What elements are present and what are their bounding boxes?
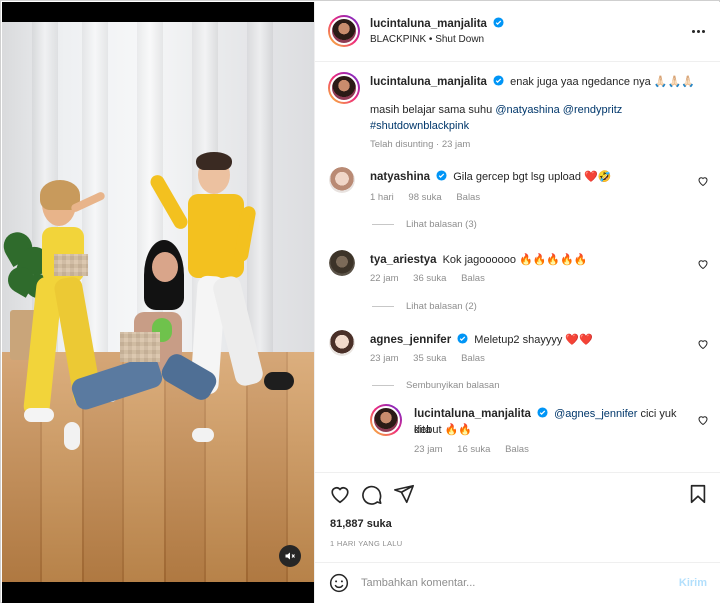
reply-avatar[interactable] — [370, 404, 402, 436]
blurred-area — [54, 254, 88, 276]
send-icon[interactable] — [393, 483, 415, 505]
verified-badge-icon — [457, 333, 468, 344]
reply-text-2: debut 🔥🔥 — [414, 424, 472, 436]
comment-username[interactable]: tya_ariestya — [370, 254, 437, 266]
add-comment-bar: Kirim — [315, 562, 720, 603]
comment-text: Meletup2 shayyyy ❤️❤️ — [474, 334, 593, 346]
video-frame — [2, 22, 314, 582]
comment-time: 23 jam — [370, 353, 399, 364]
reply-button[interactable]: Balas — [461, 353, 485, 364]
more-options-button[interactable] — [689, 24, 707, 38]
comment-likes-count[interactable]: 98 suka — [408, 192, 441, 203]
comment-text: Gila gercep bgt lsg upload ❤️🤣 — [453, 171, 612, 183]
comment-input[interactable] — [361, 577, 679, 589]
view-replies-button[interactable]: Lihat balasan (3) — [372, 219, 477, 230]
caption-text: enak juga yaa ngedance nya 🙏🏻🙏🏻🙏🏻 — [510, 76, 695, 88]
comment-time: 1 hari — [370, 192, 394, 203]
verified-badge-icon — [493, 75, 504, 86]
commenter-avatar[interactable] — [329, 250, 355, 276]
caption-text-2: masih belajar sama suhu — [370, 104, 493, 116]
author-username[interactable]: lucintaluna_manjalita — [370, 18, 487, 30]
mention-agnes-jennifer[interactable]: @agnes_jennifer — [554, 408, 637, 420]
heart-icon[interactable] — [697, 414, 709, 426]
mute-button[interactable] — [279, 545, 301, 567]
commenter-avatar[interactable] — [329, 330, 355, 356]
comment-likes-count[interactable]: 36 suka — [413, 273, 446, 284]
verified-badge-icon — [436, 170, 447, 181]
instagram-post-window: lucintaluna_manjalita BLACKPINK • Shut D… — [0, 0, 720, 603]
author-avatar[interactable] — [328, 15, 360, 47]
reply-time: 23 jam — [414, 444, 443, 455]
reply-button[interactable]: Balas — [505, 444, 529, 455]
reply-lucintaluna: lucintaluna_manjalita @agnes_jennifer ci… — [315, 404, 720, 464]
comment-username[interactable]: natyashina — [370, 171, 430, 183]
audio-track-link[interactable]: BLACKPINK • Shut Down — [370, 34, 484, 45]
comments-section[interactable]: lucintaluna_manjalita enak juga yaa nged… — [315, 62, 720, 472]
post-actions: 81,887 suka 1 HARI YANG LALU — [315, 472, 720, 562]
reply-username[interactable]: lucintaluna_manjalita — [414, 408, 531, 420]
comment-username[interactable]: agnes_jennifer — [370, 334, 451, 346]
hide-replies-button[interactable]: Sembunyikan balasan — [372, 380, 499, 391]
blurred-area — [120, 332, 160, 362]
commenter-avatar[interactable] — [329, 167, 355, 193]
caption-username[interactable]: lucintaluna_manjalita — [370, 76, 487, 88]
heart-icon[interactable] — [697, 175, 709, 187]
caption-edited-time: Telah disunting · 23 jam — [370, 139, 471, 150]
verified-badge-icon — [493, 17, 504, 28]
heart-icon[interactable] — [697, 338, 709, 350]
mention-rendypritz[interactable]: @rendypritz — [563, 104, 622, 116]
reply-likes-count[interactable]: 16 suka — [457, 444, 490, 455]
comment-icon[interactable] — [361, 483, 383, 505]
mention-natyashina[interactable]: @natyashina — [495, 104, 559, 116]
caption-avatar[interactable] — [328, 72, 360, 104]
emoji-icon[interactable] — [329, 573, 349, 593]
bookmark-icon[interactable] — [687, 483, 709, 505]
post-details-panel: lucintaluna_manjalita BLACKPINK • Shut D… — [314, 2, 720, 603]
reply-button[interactable]: Balas — [456, 192, 480, 203]
heart-icon[interactable] — [329, 483, 351, 505]
send-comment-button[interactable]: Kirim — [679, 577, 707, 589]
view-replies-button[interactable]: Lihat balasan (2) — [372, 301, 477, 312]
reply-button[interactable]: Balas — [461, 273, 485, 284]
likes-count[interactable]: 81,887 suka — [330, 518, 392, 530]
verified-badge-icon — [537, 407, 548, 418]
speaker-muted-icon — [285, 552, 295, 560]
comment-likes-count[interactable]: 35 suka — [413, 353, 446, 364]
post-date[interactable]: 1 HARI YANG LALU — [330, 539, 402, 548]
heart-icon[interactable] — [697, 258, 709, 270]
hashtag-link[interactable]: #shutdownblackpink — [370, 118, 469, 134]
post-video[interactable] — [2, 2, 314, 603]
post-header: lucintaluna_manjalita BLACKPINK • Shut D… — [315, 2, 720, 62]
comment-time: 22 jam — [370, 273, 399, 284]
comment-text: Kok jagoooooo 🔥🔥🔥🔥🔥 — [442, 254, 588, 266]
